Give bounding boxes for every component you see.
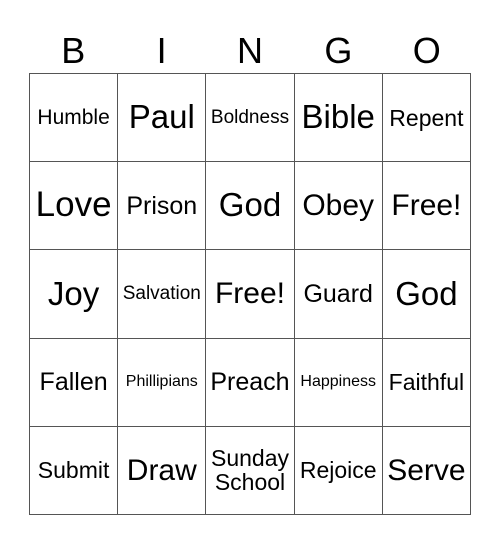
bingo-cell[interactable]: Salvation <box>118 250 207 339</box>
header-letter-o: O <box>412 30 441 71</box>
header-letter-i: I <box>156 30 167 71</box>
header-letter-g: G <box>324 30 353 71</box>
bingo-cell[interactable]: Free! <box>382 162 471 251</box>
bingo-cell[interactable]: Preach <box>206 338 295 427</box>
bingo-cell[interactable]: Bible <box>294 74 383 163</box>
bingo-cell[interactable]: Guard <box>294 250 383 339</box>
bingo-cell[interactable]: Paul <box>118 74 207 163</box>
bingo-cell[interactable]: God <box>382 250 471 339</box>
header-letter-b: B <box>61 30 86 71</box>
bingo-cell[interactable]: Obey <box>294 162 383 251</box>
bingo-cell[interactable]: Faithful <box>382 338 471 427</box>
bingo-cell[interactable]: Love <box>30 162 119 251</box>
bingo-cell[interactable]: Rejoice <box>294 426 383 515</box>
bingo-cell[interactable]: Joy <box>30 250 119 339</box>
bingo-cell[interactable]: Serve <box>382 426 471 515</box>
bingo-cell[interactable]: Prison <box>118 162 207 251</box>
bingo-cell[interactable]: Repent <box>382 74 471 163</box>
bingo-cell[interactable]: Humble <box>30 74 119 163</box>
bingo-card-grid: Humble Paul Boldness Bible Repent Love P… <box>29 73 471 515</box>
bingo-cell[interactable]: Happiness <box>294 338 383 427</box>
bingo-cell[interactable]: God <box>206 162 295 251</box>
bingo-cell[interactable]: Free! <box>206 250 295 339</box>
bingo-cell[interactable]: Sunday School <box>206 426 295 515</box>
bingo-cell[interactable]: Phillipians <box>118 338 207 427</box>
bingo-cell[interactable]: Boldness <box>206 74 295 163</box>
bingo-header: B I N G O <box>29 30 471 72</box>
bingo-cell[interactable]: Fallen <box>30 338 119 427</box>
bingo-cell[interactable]: Submit <box>30 426 119 515</box>
header-letter-n: N <box>236 30 263 71</box>
bingo-cell[interactable]: Draw <box>118 426 207 515</box>
